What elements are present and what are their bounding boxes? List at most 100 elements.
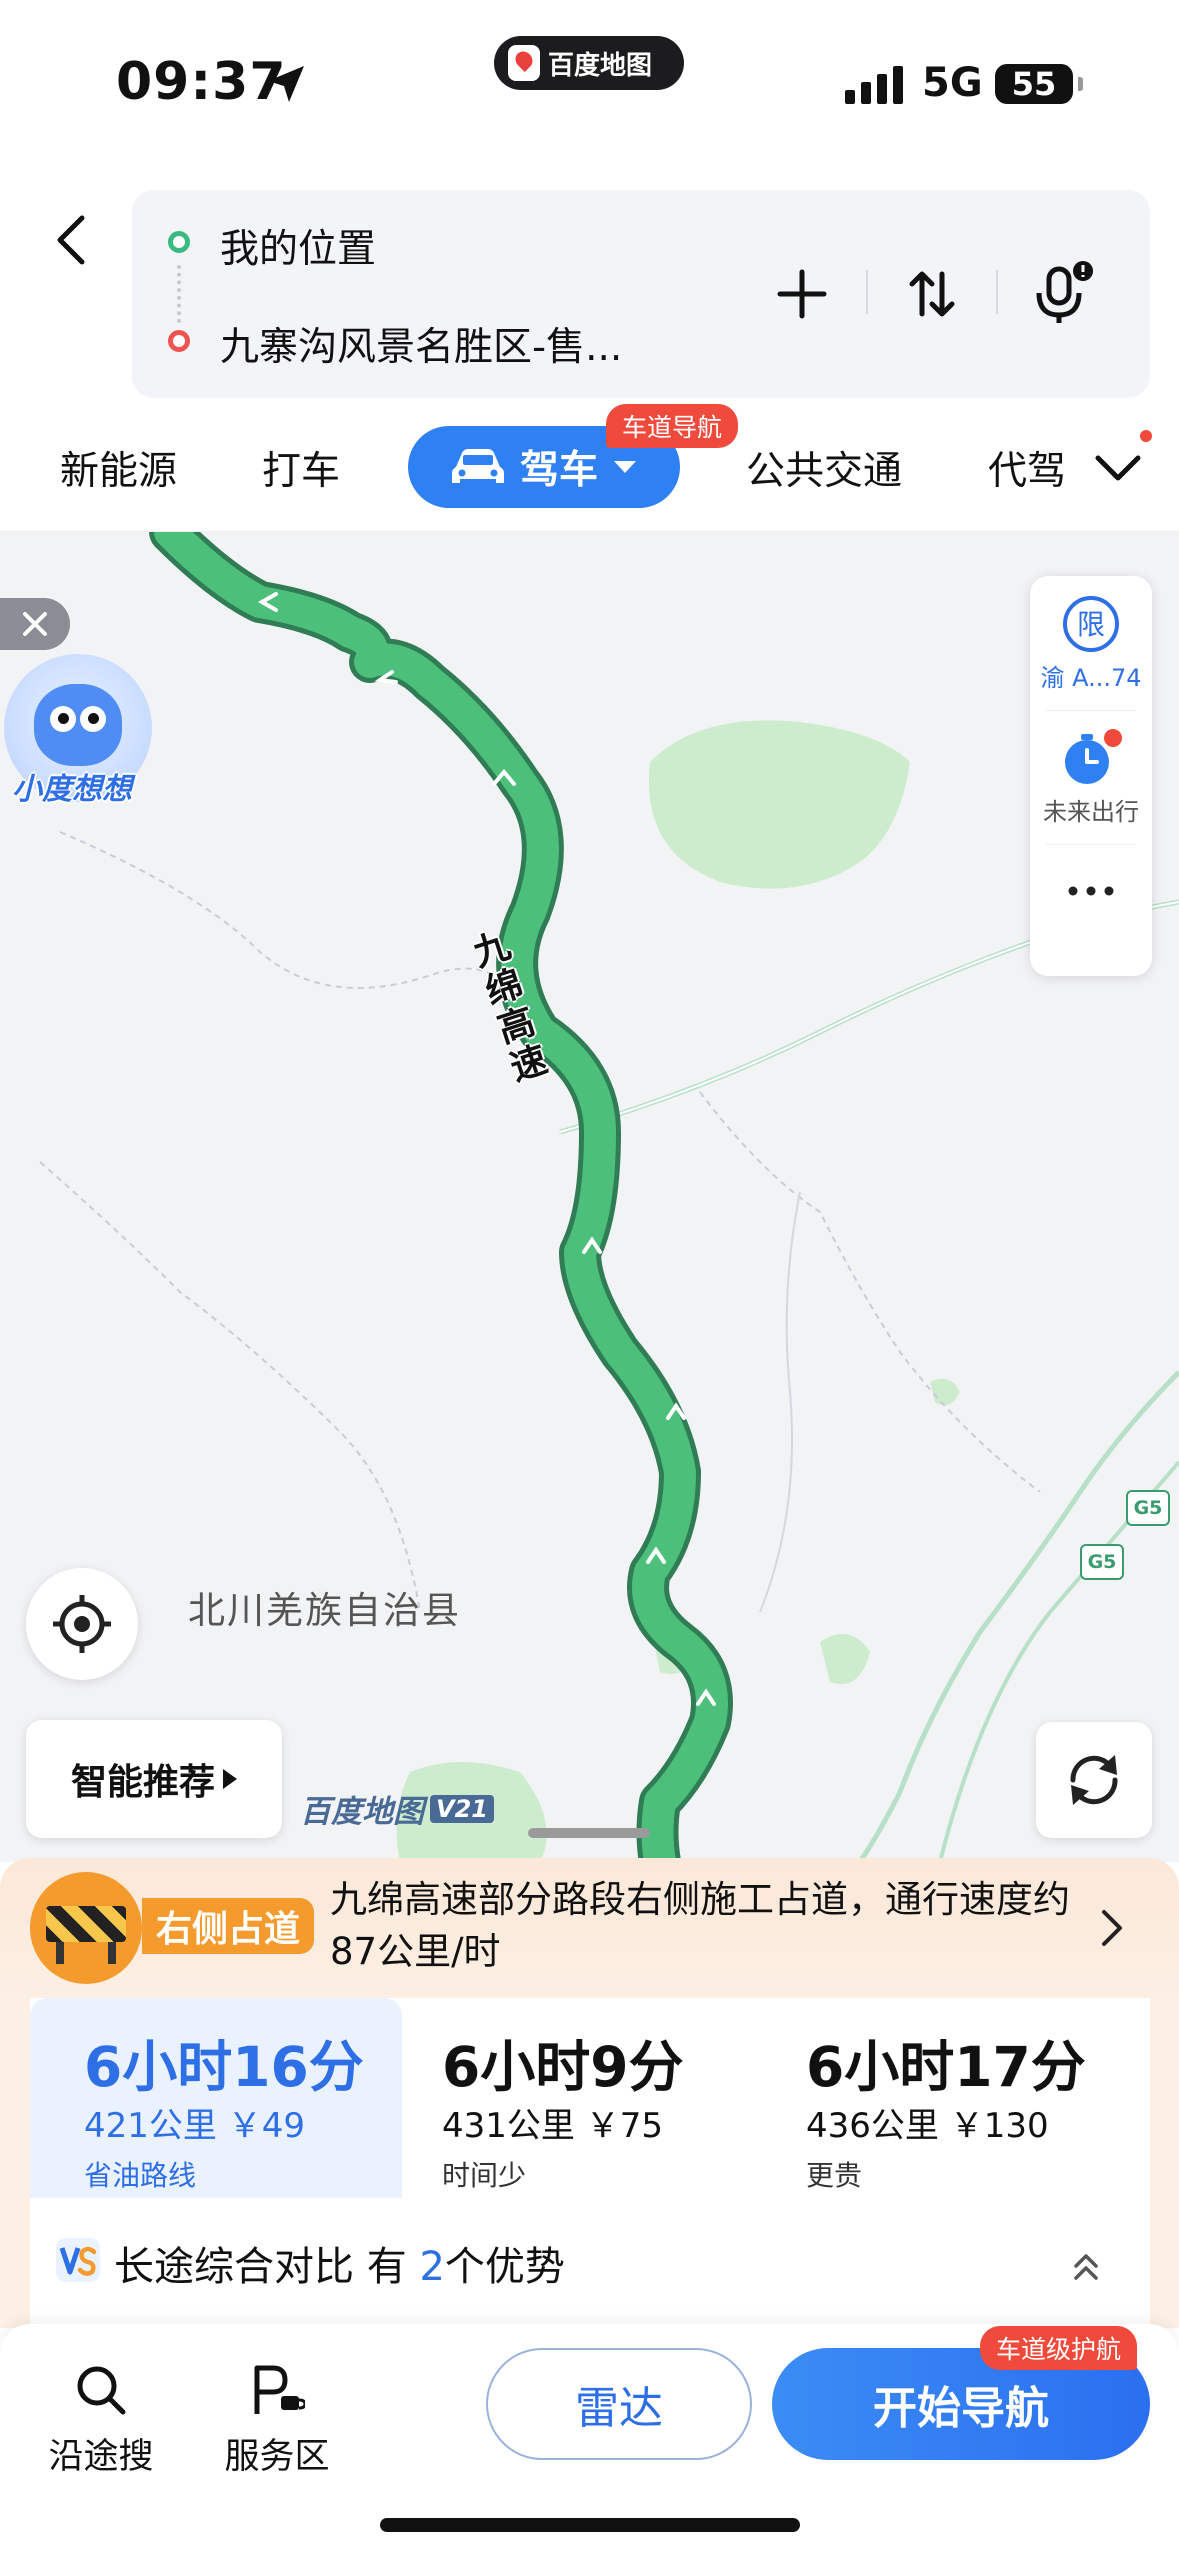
route-duration: 6小时17分 bbox=[806, 2035, 1086, 2099]
assistant-face-icon bbox=[34, 684, 122, 766]
divider bbox=[996, 270, 998, 314]
lane-navigation-badge: 车道导航 bbox=[606, 404, 739, 448]
tab-taxi[interactable]: 打车 bbox=[262, 440, 340, 496]
lane-guard-badge: 车道级护航 bbox=[980, 2326, 1138, 2370]
route-input-card: 我的位置 九寨沟风景名胜区-售... bbox=[132, 190, 1150, 398]
route-connector bbox=[177, 265, 181, 323]
divider bbox=[1046, 844, 1136, 845]
route-tag: 时间少 bbox=[442, 2159, 527, 2192]
status-time: 09:37 bbox=[116, 52, 287, 112]
radar-button[interactable]: 雷达 bbox=[486, 2348, 752, 2460]
smart-recommend-button[interactable]: 智能推荐 bbox=[26, 1720, 282, 1838]
traffic-alert-banner[interactable]: 右侧占道 九绵高速部分路段右侧施工占道，通行速度约87公里/时 bbox=[0, 1858, 1179, 1998]
status-bar: 09:37 百度地图 5G 55 bbox=[0, 0, 1179, 170]
back-arrow-icon[interactable] bbox=[48, 210, 98, 270]
chevron-right-icon bbox=[1102, 1910, 1122, 1946]
future-trip-button[interactable]: 未来出行 bbox=[1030, 728, 1152, 827]
car-icon bbox=[451, 449, 504, 483]
search-along-button[interactable]: 沿途搜 bbox=[36, 2362, 166, 2479]
destination-dot-icon bbox=[168, 330, 190, 352]
chevron-down-icon[interactable] bbox=[1090, 440, 1146, 496]
close-assistant-button[interactable] bbox=[0, 598, 70, 650]
long-trip-compare-row[interactable]: 长途综合对比 有 2个优势 bbox=[30, 2228, 1150, 2308]
baidu-map-logo-icon bbox=[508, 45, 540, 81]
route-distance-cost: 421公里 ￥49 bbox=[84, 2106, 305, 2146]
construction-barrier-icon bbox=[30, 1872, 142, 1984]
tab-public-transit[interactable]: 公共交通 bbox=[746, 440, 902, 496]
watermark-version: V21 bbox=[430, 1794, 494, 1823]
route-option[interactable]: 6小时17分 436公里 ￥130 更贵 bbox=[776, 1998, 1150, 2198]
location-arrow-icon bbox=[268, 66, 304, 102]
route-tag: 省油路线 bbox=[84, 2159, 197, 2192]
locate-me-button[interactable] bbox=[26, 1568, 138, 1680]
map-side-panel: 限 渝 A...74 未来出行 bbox=[1030, 576, 1152, 976]
search-along-label: 沿途搜 bbox=[48, 2437, 154, 2477]
map-view[interactable]: 九绵高速 G5 G5 bbox=[0, 532, 1179, 1862]
restriction-icon: 限 bbox=[1063, 596, 1119, 652]
caret-down-icon bbox=[614, 461, 636, 473]
app-indicator-pill[interactable]: 百度地图 bbox=[494, 36, 684, 90]
travel-mode-tabs: 新能源 打车 驾车 公共交通 代驾 bbox=[0, 400, 1179, 532]
voice-input-button[interactable] bbox=[1022, 254, 1102, 334]
microphone-icon bbox=[1036, 261, 1093, 323]
tab-new-energy[interactable]: 新能源 bbox=[60, 440, 177, 496]
route-options-panel: 6小时16分 421公里 ￥49 省油路线 6小时9分 431公里 ￥75 时间… bbox=[30, 1998, 1150, 2328]
home-indicator[interactable] bbox=[380, 2518, 800, 2532]
divider bbox=[866, 270, 868, 314]
route-tag: 更贵 bbox=[806, 2159, 863, 2192]
divider bbox=[1046, 710, 1136, 711]
route-duration: 6小时9分 bbox=[442, 2035, 684, 2099]
future-trip-label: 未来出行 bbox=[1043, 798, 1139, 826]
search-icon bbox=[77, 2366, 126, 2415]
double-chevron-up-icon[interactable] bbox=[1066, 2246, 1106, 2286]
route-distance-cost: 431公里 ￥75 bbox=[442, 2106, 663, 2146]
more-dots-icon bbox=[1068, 886, 1114, 896]
map-canvas bbox=[39, 532, 1179, 1862]
crosshair-icon bbox=[53, 1595, 111, 1653]
close-icon bbox=[23, 612, 47, 636]
tab-chauffeur[interactable]: 代驾 bbox=[988, 440, 1064, 496]
notification-dot bbox=[1140, 430, 1152, 442]
smart-recommend-label: 智能推荐 bbox=[70, 1762, 215, 1803]
origin-dot-icon bbox=[168, 231, 190, 253]
app-name: 百度地图 bbox=[548, 50, 653, 81]
origin-field[interactable]: 我的位置 bbox=[220, 218, 376, 274]
highway-shield-g5: G5 bbox=[1080, 1544, 1124, 1580]
alert-tag: 右侧占道 bbox=[142, 1898, 315, 1954]
route-option[interactable]: 6小时9分 431公里 ￥75 时间少 bbox=[402, 1998, 776, 2198]
compare-text: 长途综合对比 有 2个优势 bbox=[114, 2234, 565, 2292]
watermark-text: 百度地图 bbox=[300, 1794, 424, 1830]
plate-number: 渝 A...74 bbox=[1040, 664, 1142, 692]
battery-icon: 55 bbox=[995, 64, 1083, 104]
service-area-button[interactable]: 服务区 bbox=[212, 2362, 342, 2479]
service-area-icon bbox=[254, 2365, 307, 2414]
compare-prefix: 长途综合对比 有 bbox=[114, 2244, 407, 2290]
service-area-label: 服务区 bbox=[224, 2437, 330, 2477]
signal-strength-icon bbox=[845, 64, 903, 104]
map-watermark: 百度地图 V21 bbox=[300, 1786, 494, 1831]
add-waypoint-button[interactable] bbox=[762, 254, 842, 334]
compare-count: 2 bbox=[419, 2244, 445, 2290]
refresh-route-button[interactable] bbox=[1036, 1722, 1152, 1838]
county-label: 北川羌族自治县 bbox=[188, 1589, 461, 1632]
refresh-icon bbox=[1070, 1755, 1118, 1805]
swap-route-button[interactable] bbox=[892, 254, 972, 334]
triangle-right-icon bbox=[223, 1769, 237, 1789]
alert-text: 九绵高速部分路段右侧施工占道，通行速度约87公里/时 bbox=[330, 1878, 1070, 1973]
vs-icon bbox=[56, 2238, 100, 2282]
more-options-button[interactable] bbox=[1030, 876, 1152, 910]
destination-field[interactable]: 九寨沟风景名胜区-售... bbox=[220, 316, 622, 372]
network-type: 5G bbox=[922, 60, 983, 106]
plus-icon bbox=[777, 269, 827, 319]
assistant-label: 小度想想 bbox=[12, 772, 132, 807]
plate-restriction-button[interactable]: 限 渝 A...74 bbox=[1030, 594, 1152, 693]
stopwatch-icon bbox=[1065, 729, 1122, 784]
compare-suffix: 个优势 bbox=[444, 2244, 565, 2290]
route-distance-cost: 436公里 ￥130 bbox=[806, 2106, 1049, 2146]
tab-drive-label: 驾车 bbox=[519, 448, 598, 493]
highway-shield-g5: G5 bbox=[1126, 1490, 1170, 1526]
restriction-icon-text: 限 bbox=[1077, 608, 1105, 641]
swap-icon bbox=[909, 271, 955, 317]
route-option[interactable]: 6小时16分 421公里 ￥49 省油路线 bbox=[30, 1998, 402, 2198]
sheet-drag-handle[interactable] bbox=[528, 1828, 650, 1838]
